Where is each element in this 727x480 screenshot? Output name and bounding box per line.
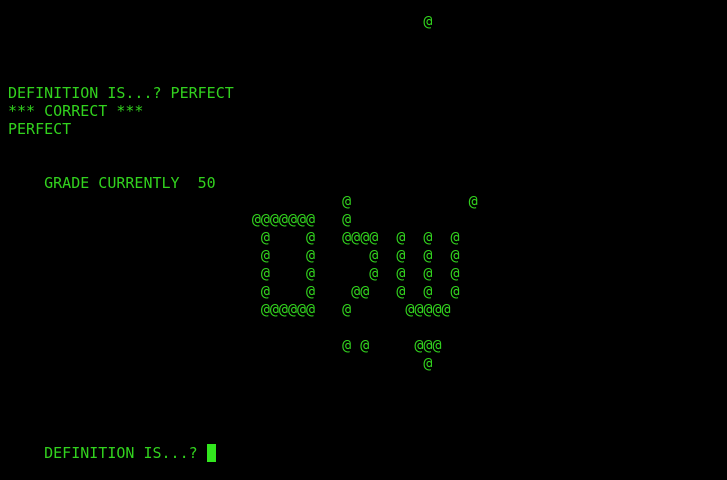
ascii-art-line: @ @	[8, 192, 478, 210]
grade-value: 50	[197, 174, 216, 192]
input-line[interactable]: DEFINITION IS...?	[8, 426, 216, 462]
grade-label: GRADE CURRENTLY	[44, 174, 180, 192]
ascii-art-line: @@@@@@@ @	[8, 210, 352, 228]
ascii-art-line: @ @ @@@	[8, 336, 442, 354]
terminal-window[interactable]: @ DEFINITION IS...? PERFECT *** CORRECT …	[0, 0, 727, 462]
ascii-art-top: @	[8, 12, 433, 30]
ascii-art-line: @	[8, 354, 433, 372]
ascii-art-line: @ @ @ @ @ @	[8, 264, 460, 282]
ascii-art-line: @@@@@@ @ @@@@@	[8, 300, 451, 318]
word-display: PERFECT	[8, 120, 72, 138]
grade-line: GRADE CURRENTLY 50	[8, 156, 216, 192]
answered-prompt: DEFINITION IS...? PERFECT	[8, 84, 234, 102]
input-prompt: DEFINITION IS...?	[44, 444, 207, 462]
text-cursor	[206, 444, 216, 462]
ascii-art-line: @ @ @@ @ @ @	[8, 282, 460, 300]
ascii-art-line: @ @ @ @ @ @	[8, 246, 460, 264]
result-message: *** CORRECT ***	[8, 102, 144, 120]
ascii-art-line: @ @ @@@@ @ @ @	[8, 228, 460, 246]
